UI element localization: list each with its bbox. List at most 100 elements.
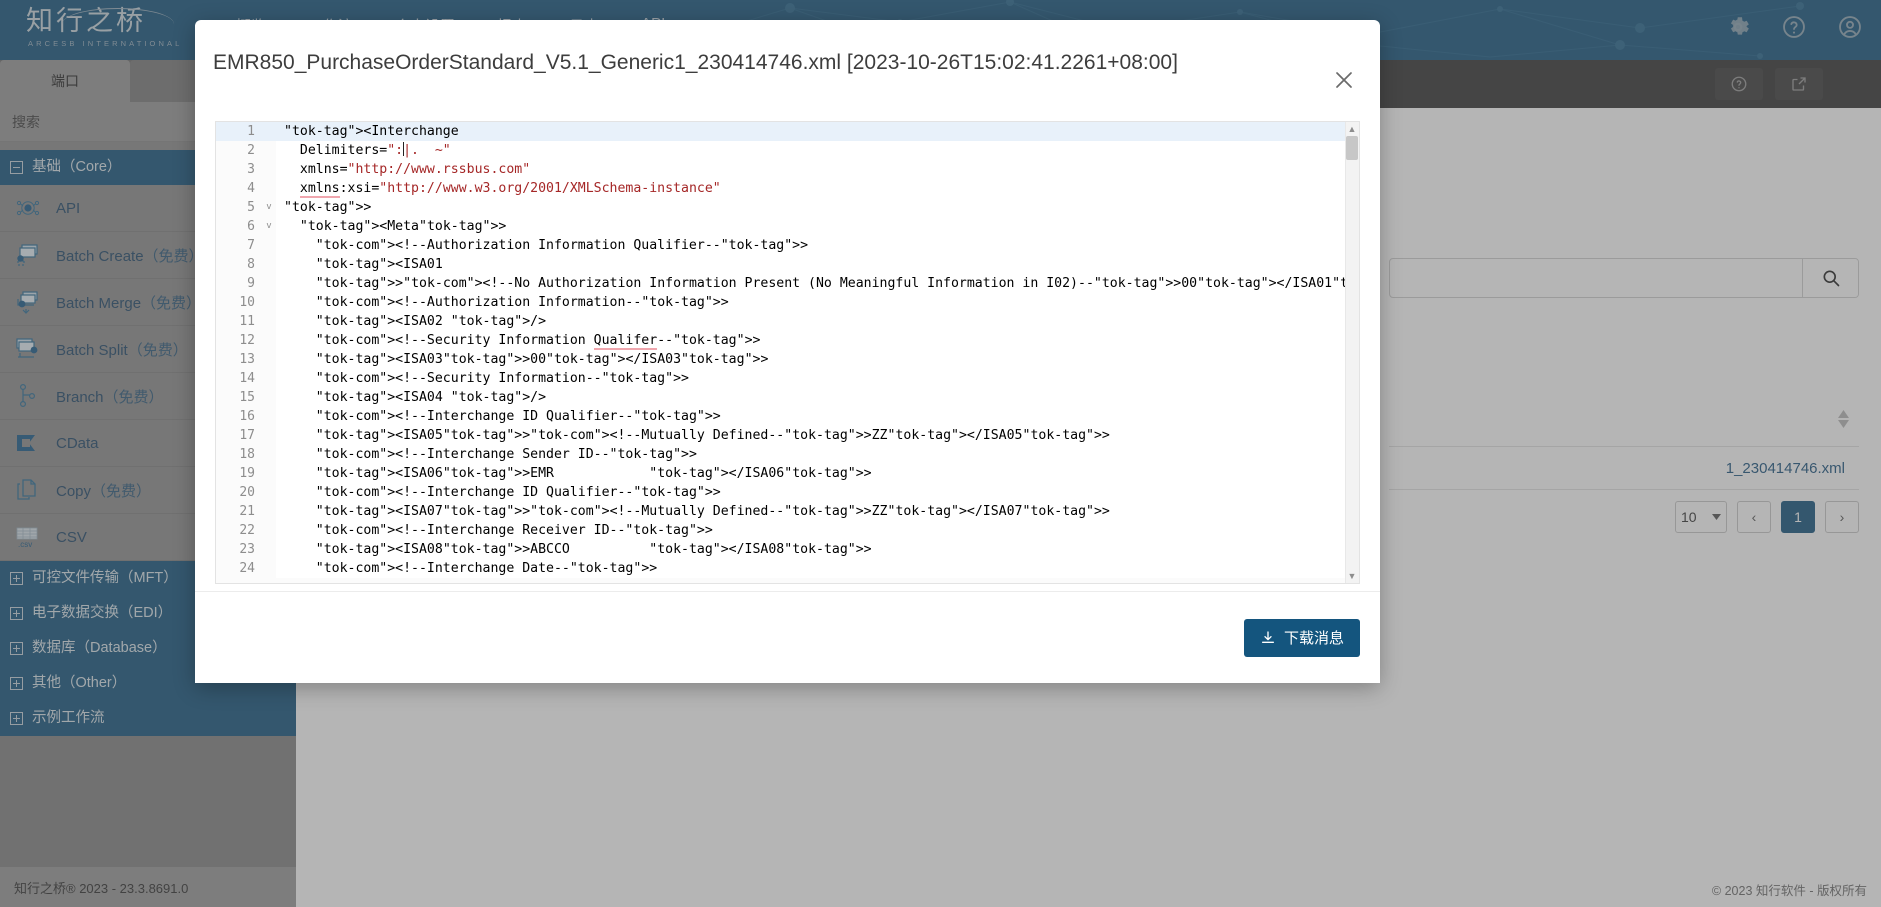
code-line: 18 "tok-com"><!--Interchange Sender ID--…	[216, 445, 1359, 464]
code-line-number: 24	[216, 559, 262, 578]
code-line-text: "tok-com"><!--Interchange ID Qualifier--…	[276, 483, 1359, 502]
code-line: 21 "tok-tag"><ISA07"tok-tag">>"tok-com">…	[216, 502, 1359, 521]
code-line-text: "tok-com"><!--Authorization Information …	[276, 236, 1359, 255]
scroll-down-icon[interactable]: ▼	[1347, 571, 1357, 581]
code-line-text: "tok-tag"><Meta"tok-tag">>	[276, 217, 1359, 236]
code-line-text: "tok-tag"><ISA07"tok-tag">>"tok-com"><!-…	[276, 502, 1359, 521]
code-fold-toggle	[262, 388, 276, 407]
code-line: 6v "tok-tag"><Meta"tok-tag">>	[216, 217, 1359, 236]
code-line-number: 18	[216, 445, 262, 464]
code-scrollbar-thumb[interactable]	[1346, 136, 1358, 160]
code-fold-toggle	[262, 559, 276, 578]
code-fold-toggle[interactable]: v	[262, 198, 276, 217]
code-line-text: "tok-tag"><ISA06"tok-tag">>EMR "tok-tag"…	[276, 464, 1359, 483]
code-line: 9 "tok-tag">>"tok-com"><!--No Authorizat…	[216, 274, 1359, 293]
code-line-number: 2	[216, 141, 262, 160]
code-fold-toggle	[262, 407, 276, 426]
code-line-text: "tok-tag"><ISA08"tok-tag">>ABCCO "tok-ta…	[276, 540, 1359, 559]
code-line-number: 17	[216, 426, 262, 445]
code-line-number: 1	[216, 122, 262, 141]
code-line-text: "tok-com"><!--Authorization Information-…	[276, 293, 1359, 312]
code-line-text: xmlns:xsi="http://www.w3.org/2001/XMLSch…	[276, 179, 1359, 198]
code-fold-toggle	[262, 350, 276, 369]
code-line-text: "tok-com"><!--Interchange Receiver ID--"…	[276, 521, 1359, 540]
modal-footer: 下载消息	[195, 591, 1380, 683]
download-icon	[1261, 630, 1274, 643]
code-line: 5 v "tok-tag">>	[216, 198, 1359, 217]
code-line: 16 "tok-com"><!--Interchange ID Qualifie…	[216, 407, 1359, 426]
code-line: 14 "tok-com"><!--Security Information--"…	[216, 369, 1359, 388]
code-scrollbar[interactable]: ▲ ▼	[1345, 122, 1359, 583]
code-line-number: 16	[216, 407, 262, 426]
code-fold-toggle	[262, 179, 276, 198]
code-table: 1 "tok-tag"><Interchange 2 Delimiters=":|.…	[216, 122, 1359, 578]
modal-header: EMR850_PurchaseOrderStandard_V5.1_Generi…	[195, 20, 1380, 105]
code-line-number: 21	[216, 502, 262, 521]
code-line-text: xmlns="http://www.rssbus.com"	[276, 160, 1359, 179]
download-message-label: 下载消息	[1283, 630, 1344, 647]
code-line: 22 "tok-com"><!--Interchange Receiver ID…	[216, 521, 1359, 540]
modal-body: 1 "tok-tag"><Interchange 2 Delimiters=":|.…	[195, 105, 1380, 591]
code-line-text: "tok-com"><!--Security Information--"tok…	[276, 369, 1359, 388]
code-line-text: "tok-tag"><ISA04 "tok-tag">/>	[276, 388, 1359, 407]
code-line-number: 14	[216, 369, 262, 388]
code-line: 13 "tok-tag"><ISA03"tok-tag">>00"tok-tag…	[216, 350, 1359, 369]
code-line-number: 6	[216, 217, 262, 236]
code-line-number: 13	[216, 350, 262, 369]
code-fold-toggle	[262, 141, 276, 160]
download-message-button[interactable]: 下载消息	[1243, 618, 1360, 657]
code-fold-toggle	[262, 122, 276, 141]
close-icon[interactable]	[1330, 66, 1358, 94]
code-viewer[interactable]: 1 "tok-tag"><Interchange 2 Delimiters=":|.…	[215, 121, 1360, 584]
code-line: 8 "tok-tag"><ISA01	[216, 255, 1359, 274]
code-line-number: 19	[216, 464, 262, 483]
code-line-number: 22	[216, 521, 262, 540]
code-fold-toggle	[262, 331, 276, 350]
code-line: 4 xmlns:xsi="http://www.w3.org/2001/XMLS…	[216, 179, 1359, 198]
code-line-number: 9	[216, 274, 262, 293]
code-fold-toggle	[262, 502, 276, 521]
code-fold-toggle	[262, 521, 276, 540]
code-line-number: 11	[216, 312, 262, 331]
code-line: 15 "tok-tag"><ISA04 "tok-tag">/>	[216, 388, 1359, 407]
scroll-up-icon[interactable]: ▲	[1347, 124, 1357, 134]
code-line-text: "tok-tag">>"tok-com"><!--No Authorizatio…	[276, 274, 1359, 293]
code-line-text: "tok-tag"><ISA01	[276, 255, 1359, 274]
code-fold-toggle	[262, 483, 276, 502]
code-line: 3 xmlns="http://www.rssbus.com"	[216, 160, 1359, 179]
code-line-text: "tok-tag"><Interchange	[276, 122, 1359, 141]
code-fold-toggle	[262, 160, 276, 179]
code-line-text: Delimiters=":|. ~"	[276, 141, 1359, 160]
code-line-text: "tok-com"><!--Interchange ID Qualifier--…	[276, 407, 1359, 426]
code-line: 17 "tok-tag"><ISA05"tok-tag">>"tok-com">…	[216, 426, 1359, 445]
code-line: 20 "tok-com"><!--Interchange ID Qualifie…	[216, 483, 1359, 502]
code-fold-toggle	[262, 312, 276, 331]
code-line: 12 "tok-com"><!--Security Information Qu…	[216, 331, 1359, 350]
code-line: 11 "tok-tag"><ISA02 "tok-tag">/>	[216, 312, 1359, 331]
code-line: 10 "tok-com"><!--Authorization Informati…	[216, 293, 1359, 312]
modal-title: EMR850_PurchaseOrderStandard_V5.1_Generi…	[213, 50, 1178, 74]
code-fold-toggle	[262, 293, 276, 312]
code-line: 23 "tok-tag"><ISA08"tok-tag">>ABCCO "tok…	[216, 540, 1359, 559]
code-line: 1 "tok-tag"><Interchange	[216, 122, 1359, 141]
code-line-number: 3	[216, 160, 262, 179]
code-line-number: 23	[216, 540, 262, 559]
code-line-text: "tok-tag"><ISA05"tok-tag">>"tok-com"><!-…	[276, 426, 1359, 445]
code-fold-toggle	[262, 274, 276, 293]
code-line-number: 15	[216, 388, 262, 407]
code-line-number: 10	[216, 293, 262, 312]
code-fold-toggle	[262, 369, 276, 388]
code-line-text: "tok-com"><!--Interchange Sender ID--"to…	[276, 445, 1359, 464]
code-fold-toggle	[262, 464, 276, 483]
code-line-text: "tok-tag">>	[276, 198, 1359, 217]
code-line-number: 20	[216, 483, 262, 502]
code-line-text: "tok-tag"><ISA02 "tok-tag">/>	[276, 312, 1359, 331]
code-line-number: 8	[216, 255, 262, 274]
code-line: 24 "tok-com"><!--Interchange Date--"tok-…	[216, 559, 1359, 578]
message-preview-modal: EMR850_PurchaseOrderStandard_V5.1_Generi…	[195, 20, 1380, 683]
application-root: 知行之桥 ARCESB INTERNATIONAL 概览 工作流 个人设置 报表…	[0, 0, 1881, 907]
code-line: 7 "tok-com"><!--Authorization Informatio…	[216, 236, 1359, 255]
code-line-text: "tok-com"><!--Interchange Date--"tok-tag…	[276, 559, 1359, 578]
code-line-number: 7	[216, 236, 262, 255]
code-fold-toggle[interactable]: v	[262, 217, 276, 236]
